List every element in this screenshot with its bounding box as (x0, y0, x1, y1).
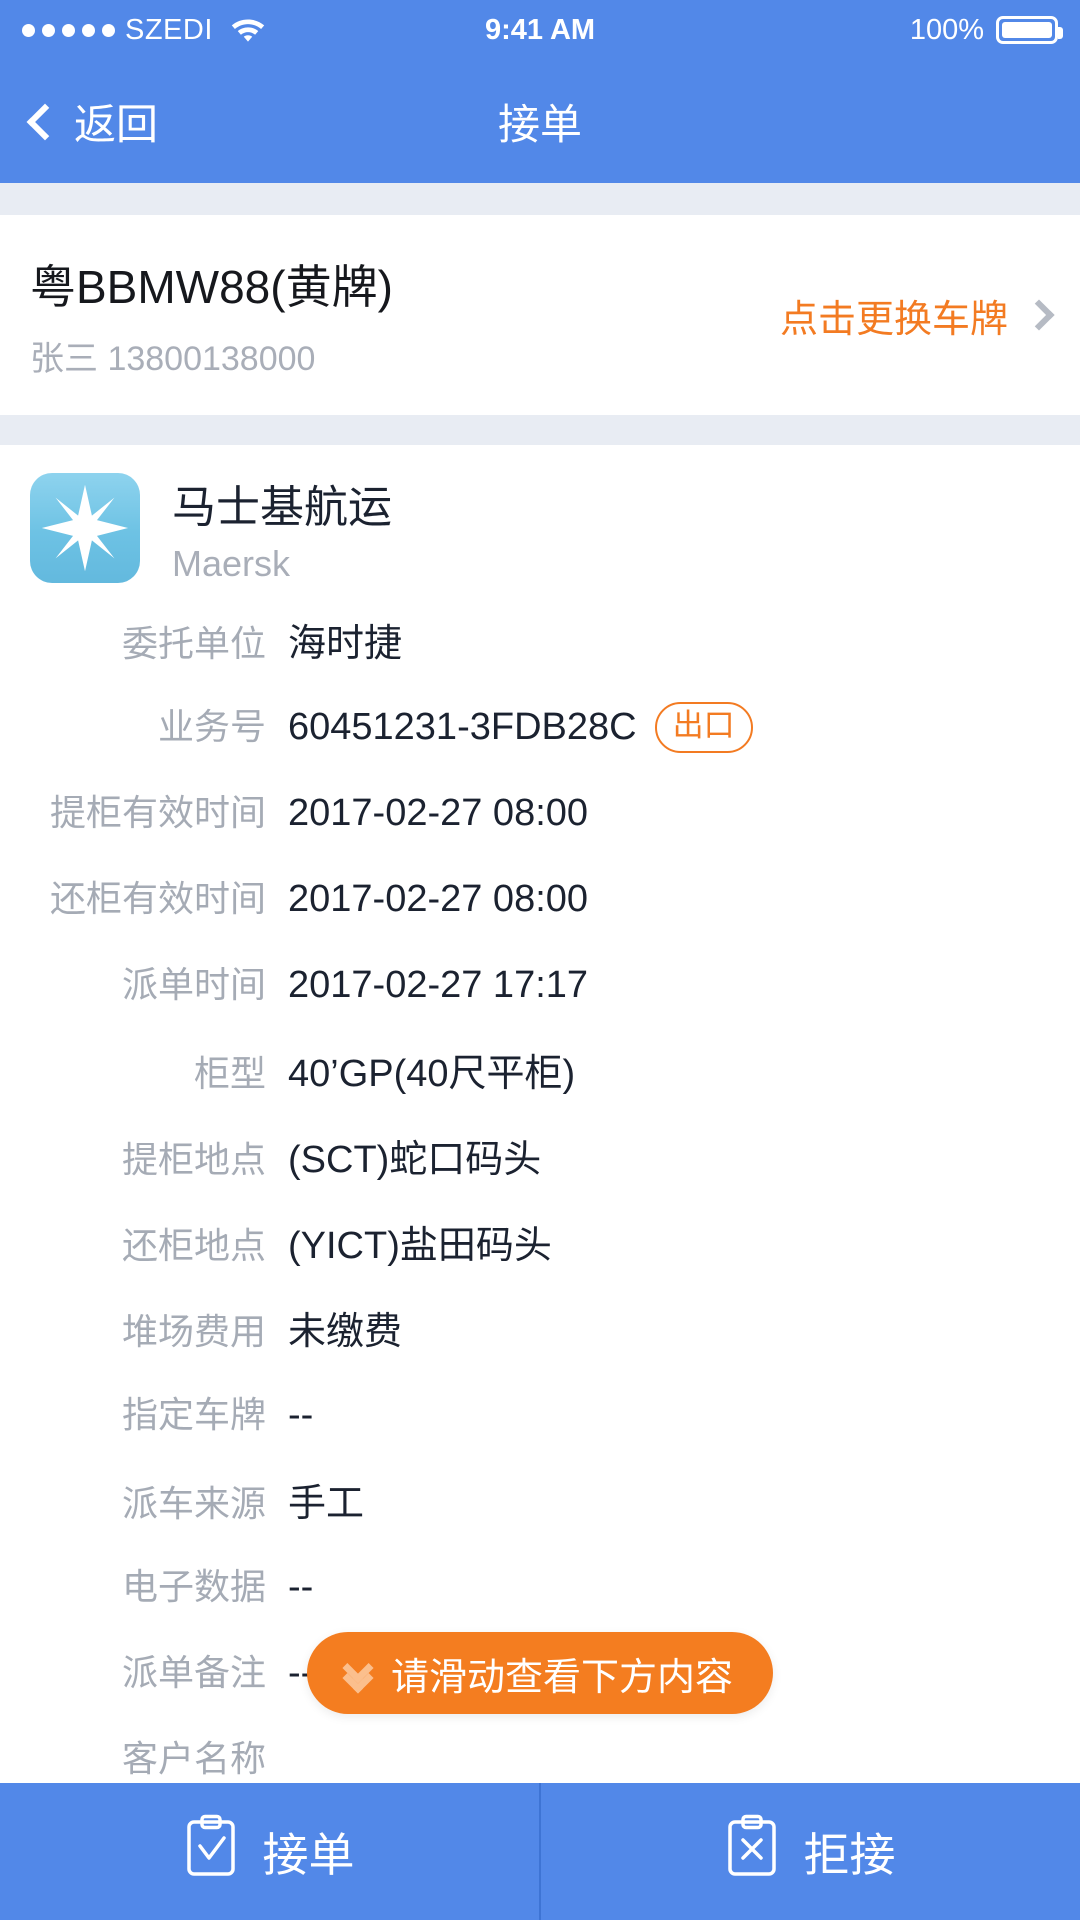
reject-order-button[interactable]: 拒接 (541, 1783, 1080, 1920)
detail-label: 还柜地点 (121, 1225, 266, 1266)
detail-value-text: (SCT)蛇口码头 (288, 1139, 542, 1181)
carrier-name-cn: 马士基航运 (172, 482, 392, 532)
detail-row: 堆场费用 未缴费 (0, 1300, 1080, 1386)
detail-label: 派单时间 (121, 964, 266, 1005)
status-bar-left: SZEDI (22, 14, 540, 47)
status-badge: 出口 (654, 701, 753, 754)
clipboard-x-icon (726, 1814, 778, 1889)
detail-label: 提柜地点 (121, 1139, 266, 1180)
detail-value: 海时捷 (288, 612, 402, 667)
clipboard-check-icon (185, 1814, 237, 1889)
status-bar-right: 100% (540, 13, 1063, 47)
detail-value-text: 60451231-3FDB28C (288, 706, 637, 748)
detail-value: (SCT)蛇口码头 (288, 1128, 541, 1183)
detail-value-text: 手工 (288, 1483, 365, 1525)
plate-card-info: 粤BBMW88(黄牌) 张三 13800138000 (30, 251, 780, 380)
detail-label: 客户名称 (121, 1738, 266, 1779)
carrier-card: 马士基航运 Maersk (0, 445, 1080, 610)
detail-label: 业务号 (157, 706, 266, 747)
detail-value-text: 40’GP(40尺平柜) (288, 1053, 576, 1095)
detail-value-text: 2017-02-27 17:17 (288, 964, 589, 1006)
detail-label: 提柜有效时间 (49, 792, 266, 833)
detail-value-text: -- (288, 1394, 314, 1436)
plate-card[interactable]: 粤BBMW88(黄牌) 张三 13800138000 点击更换车牌 (0, 215, 1080, 415)
detail-label: 指定车牌 (121, 1394, 266, 1435)
detail-row: 还柜地点 (YICT)盐田码头 (0, 1214, 1080, 1300)
detail-value: 2017-02-27 08:00 (288, 792, 588, 835)
accept-order-label: 接单 (262, 1828, 355, 1881)
page-title: 接单 (497, 101, 582, 148)
double-chevron-down-icon (342, 1652, 374, 1694)
detail-value: -- (288, 1394, 313, 1437)
detail-label: 电子数据 (121, 1566, 266, 1607)
order-accept-screen: SZEDI 9:41 AM 100% 返回 接单 粤BBMW88(黄牌) 张三 … (0, 0, 1080, 1920)
detail-row: 提柜地点 (SCT)蛇口码头 (0, 1128, 1080, 1214)
detail-label: 还柜有效时间 (49, 878, 266, 919)
signal-dots-icon (22, 23, 115, 37)
maersk-star-icon (30, 472, 140, 583)
detail-row: 业务号 60451231-3FDB28C 出口 (0, 698, 1080, 784)
carrier-label: SZEDI (125, 13, 213, 46)
detail-row: 柜型 40’GP(40尺平柜) (0, 1042, 1080, 1128)
detail-value: 40’GP(40尺平柜) (288, 1042, 575, 1097)
section-separator-top (0, 183, 1080, 215)
detail-row: 派车来源 手工 (0, 1472, 1080, 1558)
chevron-right-icon (1023, 299, 1055, 331)
detail-label: 堆场费用 (121, 1311, 266, 1352)
detail-label: 柜型 (193, 1053, 266, 1094)
reject-order-label: 拒接 (803, 1828, 896, 1881)
carrier-name-en: Maersk (172, 542, 291, 584)
detail-value: -- (288, 1566, 313, 1609)
detail-value: 未缴费 (288, 1300, 402, 1355)
scroll-hint-button[interactable]: 请滑动查看下方内容 (306, 1632, 774, 1714)
detail-value-text: 未缴费 (288, 1311, 403, 1353)
detail-value-text: 2017-02-27 08:00 (288, 792, 589, 834)
scroll-hint-label: 请滑动查看下方内容 (390, 1656, 734, 1699)
detail-value-text: 2017-02-27 08:00 (288, 878, 589, 920)
detail-label: 委托单位 (121, 623, 266, 664)
detail-row: 委托单位 海时捷 (0, 612, 1080, 698)
carrier-names: 马士基航运 Maersk (172, 471, 392, 585)
detail-value: 手工 (288, 1472, 364, 1527)
accept-order-button[interactable]: 接单 (0, 1783, 539, 1920)
detail-label: 派单备注 (121, 1652, 266, 1693)
detail-row: 指定车牌 -- (0, 1386, 1080, 1472)
detail-value: 2017-02-27 17:17 (288, 964, 588, 1007)
detail-value-text: -- (288, 1566, 314, 1608)
section-separator-middle (0, 415, 1080, 445)
change-plate-label: 点击更换车牌 (779, 298, 1008, 341)
detail-row: 派单时间 2017-02-27 17:17 (0, 956, 1080, 1042)
detail-label: 派车来源 (121, 1483, 266, 1524)
battery-percent-label: 100% (909, 13, 984, 46)
detail-row: 提柜有效时间 2017-02-27 08:00 (0, 784, 1080, 870)
wifi-icon (229, 14, 267, 47)
status-bar: SZEDI 9:41 AM 100% (0, 0, 1080, 60)
driver-info: 张三 13800138000 (30, 339, 316, 378)
detail-value: 2017-02-27 08:00 (288, 878, 588, 921)
nav-bar: 返回 接单 (0, 60, 1080, 183)
detail-value-text: 海时捷 (288, 623, 403, 665)
detail-value: 60451231-3FDB28C 出口 (288, 701, 753, 754)
detail-row: 还柜有效时间 2017-02-27 08:00 (0, 870, 1080, 956)
bottom-action-bar: 接单 拒接 (0, 1783, 1080, 1920)
battery-full-icon (996, 16, 1063, 44)
detail-value: (YICT)盐田码头 (288, 1214, 552, 1269)
plate-number: 粤BBMW88(黄牌) (30, 260, 393, 313)
detail-value-text: (YICT)盐田码头 (288, 1225, 552, 1267)
change-plate-button[interactable]: 点击更换车牌 (779, 288, 1055, 343)
